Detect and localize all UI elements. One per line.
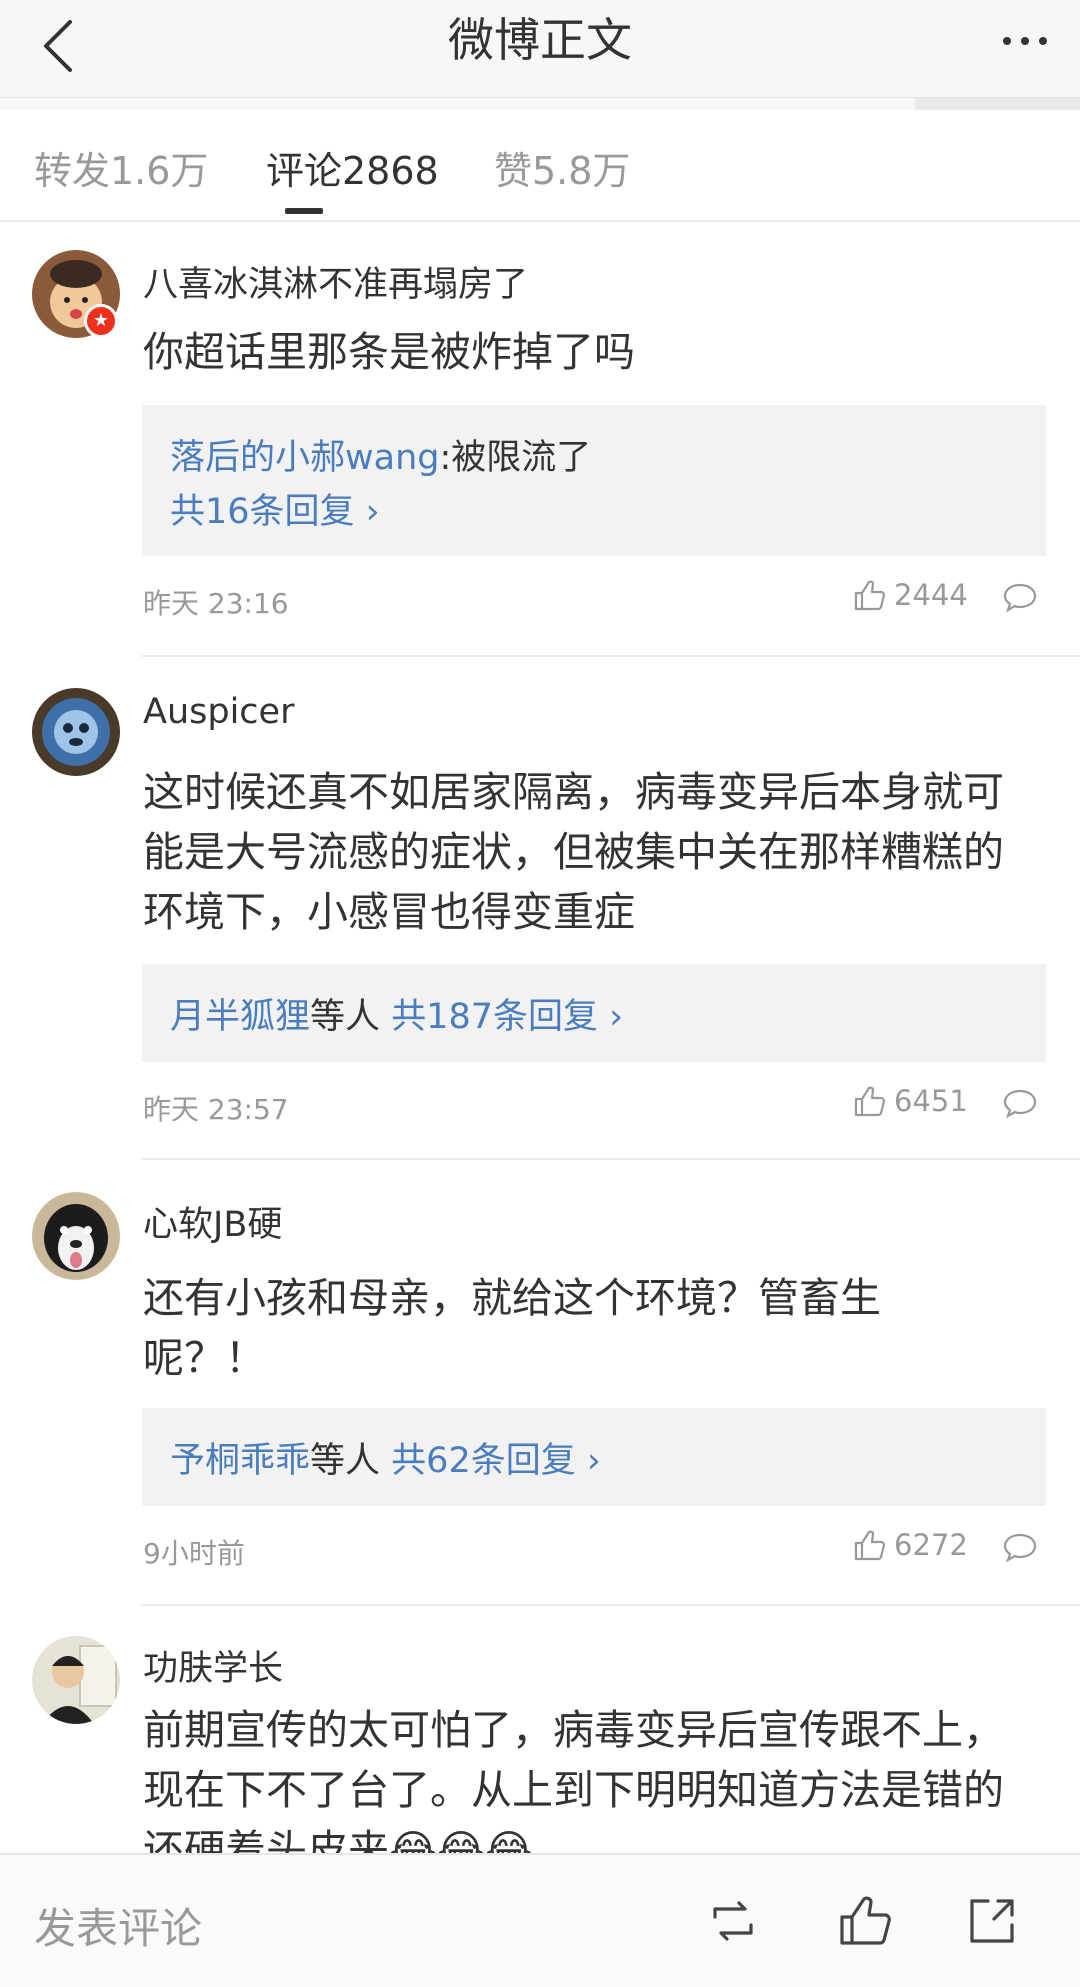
comment-time: 昨天 23:57 — [143, 1093, 289, 1126]
chevron-right-icon: › — [354, 492, 380, 532]
like-count: 6451 — [894, 1084, 968, 1118]
reply-text: :被限流了 — [439, 438, 592, 478]
reply-author[interactable]: 予桐乖乖 — [170, 1441, 310, 1481]
reply-preview[interactable]: 予桐乖乖等人 共62条回复 › — [142, 1408, 1046, 1506]
post-tabs: 转发1.6万 评论2868 赞5.8万 — [0, 110, 1080, 222]
repost-icon[interactable] — [703, 1891, 763, 1951]
reply-preview[interactable]: 月半狐狸等人 共187条回复 › — [142, 964, 1046, 1062]
tab-comments[interactable]: 评论2868 — [266, 140, 439, 195]
avatar[interactable] — [32, 688, 120, 776]
thumbs-up-icon — [854, 1530, 886, 1561]
page-title: 微博正文 — [448, 13, 632, 67]
like-button[interactable]: 6272 — [852, 1528, 968, 1562]
avatar[interactable] — [32, 1192, 120, 1280]
more-options-button[interactable] — [990, 6, 1060, 76]
like-button[interactable]: 6451 — [852, 1084, 968, 1118]
comment-username[interactable]: 心软JB硬 — [143, 1196, 282, 1247]
reply-preview[interactable]: 落后的小郝wang:被限流了 共16条回复 › — [142, 405, 1046, 556]
comment-content: 还有小孩和母亲，就给这个环境？管畜生呢？！ — [143, 1274, 881, 1382]
like-count: 2444 — [894, 578, 968, 612]
thumbs-up-icon[interactable] — [836, 1891, 896, 1951]
reply-count-link[interactable]: 共187条回复 — [391, 997, 598, 1037]
comment-divider — [142, 1604, 1080, 1606]
comment-divider — [142, 1158, 1080, 1160]
comment-content: 前期宣传的太可怕了，病毒变异后宣传跟不上，现在下不了台了。从上到下明明知道方法是… — [143, 1706, 1004, 1853]
comment-username[interactable]: 八喜冰淇淋不准再塌房了 — [143, 256, 528, 307]
comment-content: 这时候还真不如居家隔离，病毒变异后本身就可能是大号流感的症状，但被集中关在那样糟… — [143, 768, 1004, 936]
active-tab-indicator — [285, 208, 323, 214]
reply-suffix: 等人 — [310, 997, 381, 1037]
reply-author[interactable]: 月半狐狸 — [170, 997, 310, 1037]
comment-username[interactable]: 功肤学长 — [143, 1640, 283, 1691]
bottom-action-bar: 发表评论 — [0, 1853, 1080, 1987]
thumbs-up-icon — [854, 1086, 886, 1117]
avatar[interactable] — [32, 1636, 120, 1724]
comment-item: 功肤学长 前期宣传的太可怕了，病毒变异后宣传跟不上，现在下不了台了。从上到下明明… — [0, 1636, 1080, 1853]
share-icon[interactable] — [962, 1891, 1022, 1951]
reply-count-link[interactable]: 共16条回复 — [170, 492, 355, 532]
comment-content: 你超话里那条是被炸掉了吗 — [143, 328, 635, 376]
comment-divider — [142, 655, 1080, 657]
reply-bubble-icon[interactable] — [1002, 580, 1038, 616]
comment-time: 9小时前 — [143, 1537, 245, 1570]
comment-username[interactable]: Auspicer — [143, 692, 294, 732]
like-button[interactable]: 2444 — [852, 578, 968, 612]
vip-star-badge-icon: ★ — [84, 304, 118, 338]
tab-reposts[interactable]: 转发1.6万 — [34, 140, 208, 195]
chevron-right-icon: › — [575, 1441, 601, 1481]
like-count: 6272 — [894, 1528, 968, 1562]
weibo-post-page: 微博正文 转发1.6万 评论2868 赞5.8万 ★ 八喜冰淇淋不准再塌房了 你… — [0, 0, 1080, 1987]
reply-author[interactable]: 落后的小郝wang — [170, 438, 439, 478]
thumbs-up-icon — [854, 580, 886, 611]
tab-likes[interactable]: 赞5.8万 — [494, 140, 630, 195]
compose-comment-input[interactable]: 发表评论 — [34, 1895, 202, 1956]
top-nav-bar: 微博正文 — [0, 0, 1080, 98]
comment-time: 昨天 23:16 — [143, 587, 289, 620]
reply-bubble-icon[interactable] — [1002, 1086, 1038, 1122]
more-dots-icon — [1003, 37, 1047, 45]
reply-bubble-icon[interactable] — [1002, 1530, 1038, 1566]
chevron-right-icon: › — [597, 997, 624, 1037]
reply-suffix: 等人 — [310, 1441, 381, 1481]
reply-count-link[interactable]: 共62条回复 — [391, 1441, 576, 1481]
header-shadow-strip — [0, 98, 1080, 110]
